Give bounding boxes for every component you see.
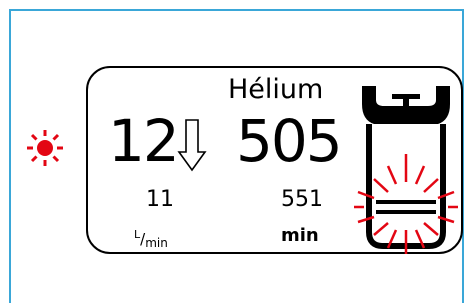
remaining-time-set-value: 551 [281,187,323,212]
remaining-time-current-value: 505 [236,107,343,175]
flow-current-value: 12 [108,107,180,175]
gas-cylinder-low-level-icon [354,86,458,254]
flow-unit-denominator: min [145,236,168,250]
alarm-light-icon [27,130,63,166]
remaining-time-unit-label: min [281,225,319,246]
flow-unit-label: L/min [134,226,168,252]
gas-name-label: Hélium [228,74,324,105]
flow-set-value: 11 [146,187,174,212]
arrow-down-outline-icon [177,119,207,172]
